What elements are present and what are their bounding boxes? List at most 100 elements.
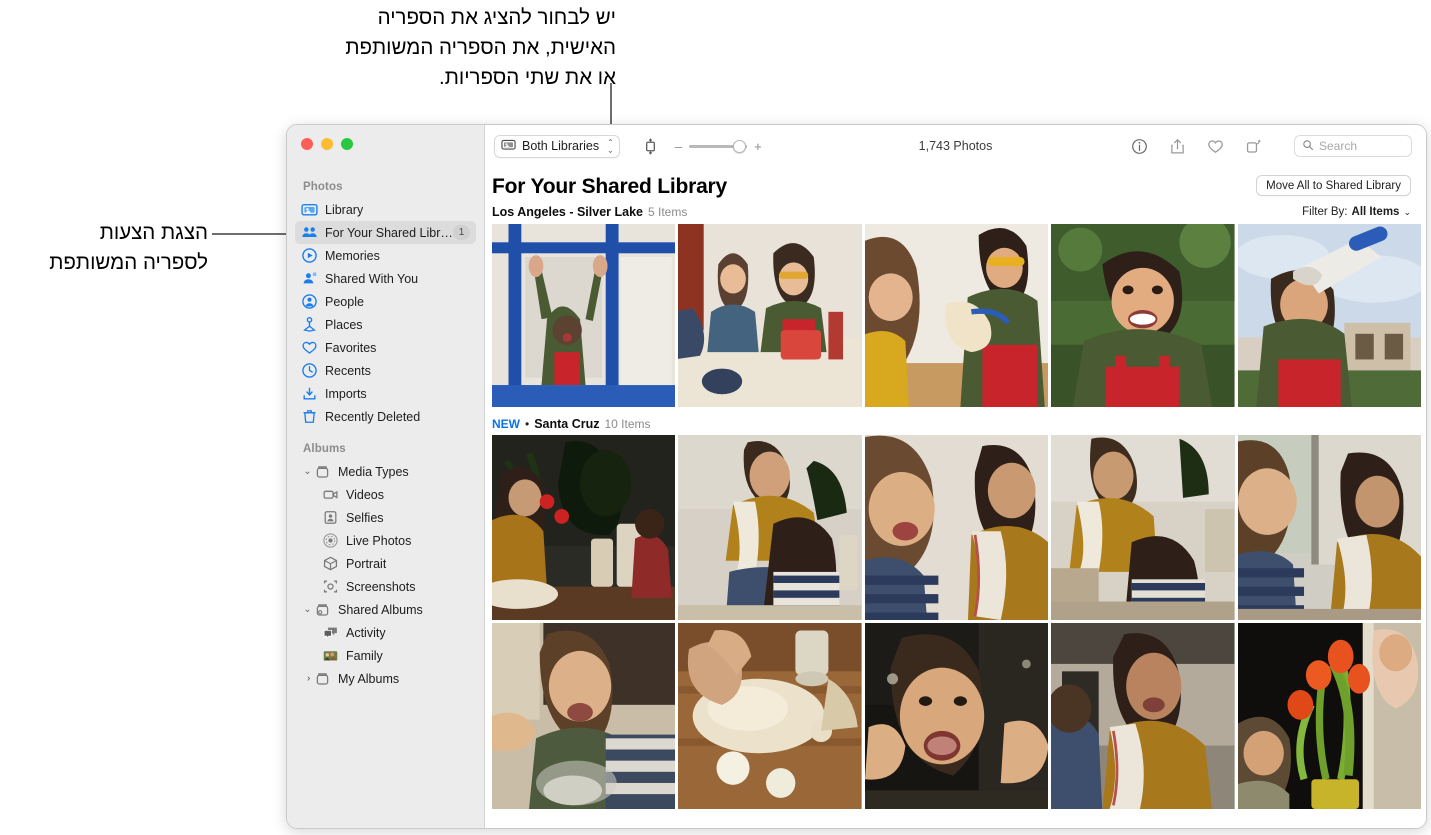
sidebar-item-for-your-shared-library[interactable]: For Your Shared Library 1 bbox=[295, 221, 476, 244]
sidebar-item-my-albums[interactable]: ⌄ My Albums bbox=[295, 667, 476, 690]
photo-thumbnail[interactable] bbox=[492, 435, 676, 620]
filter-by-label: Filter By: bbox=[1302, 206, 1348, 218]
memories-play-icon bbox=[301, 247, 318, 264]
photos-content-scroll[interactable]: For Your Shared Library Move All to Shar… bbox=[485, 167, 1426, 828]
photo-thumbnail[interactable] bbox=[1051, 435, 1235, 620]
photo-thumbnail[interactable] bbox=[492, 224, 676, 407]
live-photo-icon bbox=[322, 532, 339, 549]
sidebar-item-recents[interactable]: Recents bbox=[295, 359, 476, 382]
search-icon bbox=[1302, 139, 1314, 154]
separator-dot: • bbox=[525, 417, 530, 431]
sidebar-item-label: Memories bbox=[325, 248, 380, 263]
move-all-to-shared-library-button[interactable]: Move All to Shared Library bbox=[1256, 175, 1411, 196]
sidebar-item-live-photos[interactable]: Live Photos bbox=[295, 529, 476, 552]
photo-thumbnail[interactable] bbox=[864, 435, 1049, 620]
import-arrow-icon bbox=[301, 385, 318, 402]
callout-left-text: הצגת הצעות לספריה המשותפת bbox=[49, 221, 208, 274]
sidebar-item-label: Recents bbox=[325, 363, 371, 378]
sidebar-item-shared-albums[interactable]: ⌄ Shared Albums bbox=[295, 598, 476, 621]
content-header-row: For Your Shared Library Move All to Shar… bbox=[485, 167, 1426, 199]
search-field[interactable]: Search bbox=[1294, 135, 1412, 157]
sidebar-item-selfies[interactable]: Selfies bbox=[295, 506, 476, 529]
sidebar-item-label: Shared Albums bbox=[338, 602, 423, 617]
info-icon[interactable] bbox=[1130, 137, 1149, 156]
selfie-icon bbox=[322, 509, 339, 526]
section-item-count: 10 Items bbox=[604, 417, 651, 431]
sidebar-item-imports[interactable]: Imports bbox=[295, 382, 476, 405]
sidebar-item-label: Favorites bbox=[325, 340, 377, 355]
sidebar-item-label: Places bbox=[325, 317, 363, 332]
favorite-heart-icon[interactable] bbox=[1206, 137, 1225, 156]
photo-thumbnail[interactable] bbox=[1051, 224, 1235, 407]
sidebar-item-media-types[interactable]: ⌄ Media Types bbox=[295, 460, 476, 483]
zoom-in-label[interactable]: + bbox=[754, 139, 762, 154]
sidebar-item-library[interactable]: Library bbox=[295, 198, 476, 221]
photo-thumbnail[interactable] bbox=[1051, 623, 1235, 809]
section-title: Los Angeles - Silver Lake bbox=[492, 205, 643, 219]
section-header-los-angeles: Los Angeles - Silver Lake 5 Items Filter… bbox=[485, 199, 1426, 224]
sidebar-item-recently-deleted[interactable]: Recently Deleted bbox=[295, 405, 476, 428]
photo-thumbnail[interactable] bbox=[1237, 224, 1422, 407]
chevron-down-icon[interactable]: ⌄ bbox=[301, 466, 314, 477]
sidebar-item-favorites[interactable]: Favorites bbox=[295, 336, 476, 359]
window-traffic-lights bbox=[301, 138, 353, 150]
sidebar-item-videos[interactable]: Videos bbox=[295, 483, 476, 506]
portrait-cube-icon bbox=[322, 555, 339, 572]
filter-by-dropdown[interactable]: Filter By: All Items ⌄ bbox=[1302, 206, 1411, 218]
sidebar-item-label: Selfies bbox=[346, 510, 384, 525]
library-picker-dropdown[interactable]: Both Libraries ⌃ ⌃ bbox=[494, 134, 620, 158]
sidebar-item-label: People bbox=[325, 294, 364, 309]
chevron-up-down-icon[interactable]: ⌃ ⌃ bbox=[607, 139, 614, 155]
photo-thumbnail[interactable] bbox=[678, 435, 862, 620]
photo-grid-row-3 bbox=[485, 623, 1426, 809]
chevron-right-icon[interactable]: ⌄ bbox=[302, 672, 313, 685]
thumbnail-zoom-control[interactable]: – + bbox=[675, 139, 762, 154]
chevron-down-icon[interactable]: ⌄ bbox=[301, 604, 314, 615]
zoom-out-label[interactable]: – bbox=[675, 139, 682, 154]
sidebar-item-people[interactable]: People bbox=[295, 290, 476, 313]
zoom-slider-knob[interactable] bbox=[733, 139, 747, 153]
photo-thumbnail[interactable] bbox=[864, 623, 1049, 809]
photo-thumbnail[interactable] bbox=[678, 224, 862, 407]
minimize-window-button[interactable] bbox=[321, 138, 333, 150]
sidebar-item-activity[interactable]: Activity bbox=[295, 621, 476, 644]
zoom-window-button[interactable] bbox=[341, 138, 353, 150]
sidebar-item-label: Media Types bbox=[338, 464, 409, 479]
sidebar-item-memories[interactable]: Memories bbox=[295, 244, 476, 267]
sidebar-item-shared-with-you[interactable]: Shared With You bbox=[295, 267, 476, 290]
chevron-down-icon[interactable]: ⌄ bbox=[1403, 207, 1411, 218]
photos-app-window: Photos Library For Your Shared Library 1 bbox=[286, 124, 1427, 829]
share-icon[interactable] bbox=[1168, 137, 1187, 156]
places-pin-icon bbox=[301, 316, 318, 333]
sidebar-scroll-area[interactable]: Photos Library For Your Shared Library 1 bbox=[287, 173, 484, 828]
photo-thumbnail[interactable] bbox=[492, 623, 676, 809]
trash-icon bbox=[301, 408, 318, 425]
zoom-slider[interactable] bbox=[689, 139, 748, 153]
photos-library-icon bbox=[501, 137, 516, 155]
section-title: Santa Cruz bbox=[534, 417, 600, 431]
sidebar-item-label: Shared With You bbox=[325, 271, 419, 286]
photo-thumbnail[interactable] bbox=[1237, 435, 1422, 620]
search-placeholder: Search bbox=[1319, 139, 1358, 153]
rotate-icon[interactable] bbox=[1244, 137, 1263, 156]
callout-left-leader-line bbox=[212, 233, 286, 235]
sidebar-item-places[interactable]: Places bbox=[295, 313, 476, 336]
photo-thumbnail[interactable] bbox=[1237, 623, 1422, 809]
section-item-count: 5 Items bbox=[647, 205, 688, 219]
sidebar-item-screenshots[interactable]: Screenshots bbox=[295, 575, 476, 598]
photo-thumbnail[interactable] bbox=[678, 623, 862, 809]
people-icon bbox=[301, 293, 318, 310]
section-header-santa-cruz: NEW • Santa Cruz 10 Items bbox=[485, 407, 1426, 435]
aspect-ratio-icon[interactable] bbox=[641, 137, 661, 155]
photo-thumbnail[interactable] bbox=[864, 224, 1049, 407]
family-album-thumbnail bbox=[322, 647, 339, 664]
sidebar-item-label: Imports bbox=[325, 386, 367, 401]
sidebar-item-label: Screenshots bbox=[346, 579, 416, 594]
shared-with-you-icon bbox=[301, 270, 318, 287]
sidebar-item-family[interactable]: Family bbox=[295, 644, 476, 667]
close-window-button[interactable] bbox=[301, 138, 313, 150]
album-folder-icon bbox=[314, 463, 331, 480]
sidebar-item-portrait[interactable]: Portrait bbox=[295, 552, 476, 575]
sidebar-item-badge: 1 bbox=[453, 225, 470, 240]
sidebar-item-label: Library bbox=[325, 202, 364, 217]
